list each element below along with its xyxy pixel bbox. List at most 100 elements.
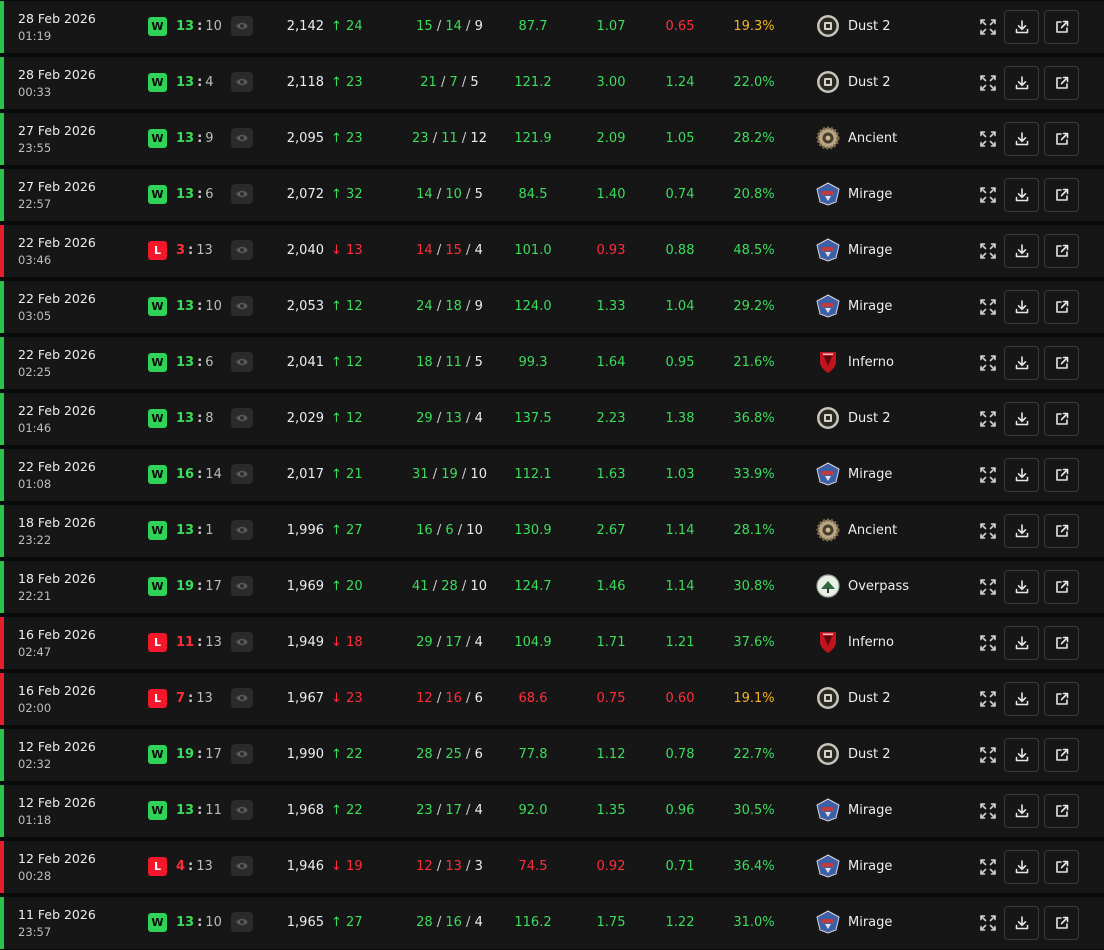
match-row[interactable]: 11 Feb 2026 23:57 W 13:10 1,965 ↑ 27 28 … xyxy=(0,897,1104,949)
expand-icon[interactable] xyxy=(979,354,997,372)
download-button[interactable] xyxy=(1004,682,1039,716)
download-button[interactable] xyxy=(1004,626,1039,660)
expand-icon[interactable] xyxy=(979,690,997,708)
download-button[interactable] xyxy=(1004,290,1039,324)
expand-icon[interactable] xyxy=(979,18,997,36)
expand-icon[interactable] xyxy=(979,578,997,596)
download-button[interactable] xyxy=(1004,122,1039,156)
download-icon xyxy=(1015,524,1028,538)
open-external-button[interactable] xyxy=(1044,514,1079,548)
expand-icon[interactable] xyxy=(979,186,997,204)
download-button[interactable] xyxy=(1004,906,1039,940)
match-score: 16:14 xyxy=(176,467,222,482)
expand-icon[interactable] xyxy=(979,242,997,260)
expand-icon[interactable] xyxy=(979,522,997,540)
eye-icon[interactable] xyxy=(231,800,253,820)
eye-icon[interactable] xyxy=(231,912,253,932)
download-button[interactable] xyxy=(1004,10,1039,44)
open-external-button[interactable] xyxy=(1044,122,1079,156)
expand-icon[interactable] xyxy=(979,746,997,764)
expand-icon[interactable] xyxy=(979,914,997,932)
open-external-button[interactable] xyxy=(1044,178,1079,212)
expand-icon[interactable] xyxy=(979,466,997,484)
match-row[interactable]: 16 Feb 2026 02:47 L 11:13 1,949 ↓ 18 29 … xyxy=(0,617,1104,669)
download-button[interactable] xyxy=(1004,234,1039,268)
elo-arrow-icon: ↑ xyxy=(331,299,342,314)
match-row[interactable]: 12 Feb 2026 01:18 W 13:11 1,968 ↑ 22 23 … xyxy=(0,785,1104,837)
expand-icon[interactable] xyxy=(979,130,997,148)
deaths: 10 xyxy=(445,187,462,202)
kda: 21 / 7 / 5 xyxy=(420,75,479,90)
download-button[interactable] xyxy=(1004,570,1039,604)
expand-icon[interactable] xyxy=(979,802,997,820)
download-button[interactable] xyxy=(1004,458,1039,492)
download-button[interactable] xyxy=(1004,514,1039,548)
eye-icon[interactable] xyxy=(231,464,253,484)
opponent-score: 13 xyxy=(196,243,213,258)
expand-icon[interactable] xyxy=(979,858,997,876)
open-external-button[interactable] xyxy=(1044,346,1079,380)
match-row[interactable]: 28 Feb 2026 00:33 W 13:4 2,118 ↑ 23 21 /… xyxy=(0,57,1104,109)
match-time: 22:21 xyxy=(18,589,52,603)
match-row[interactable]: 12 Feb 2026 02:32 W 19:17 1,990 ↑ 22 28 … xyxy=(0,729,1104,781)
open-external-button[interactable] xyxy=(1044,906,1079,940)
eye-icon[interactable] xyxy=(231,16,253,36)
match-row[interactable]: 22 Feb 2026 03:05 W 13:10 2,053 ↑ 12 24 … xyxy=(0,281,1104,333)
eye-icon[interactable] xyxy=(231,184,253,204)
eye-icon[interactable] xyxy=(231,744,253,764)
open-external-button[interactable] xyxy=(1044,10,1079,44)
eye-icon[interactable] xyxy=(231,856,253,876)
match-row[interactable]: 22 Feb 2026 02:25 W 13:6 2,041 ↑ 12 18 /… xyxy=(0,337,1104,389)
match-row[interactable]: 27 Feb 2026 22:57 W 13:6 2,072 ↑ 32 14 /… xyxy=(0,169,1104,221)
kda: 16 / 6 / 10 xyxy=(416,523,483,538)
match-row[interactable]: 27 Feb 2026 23:55 W 13:9 2,095 ↑ 23 23 /… xyxy=(0,113,1104,165)
expand-icon[interactable] xyxy=(979,410,997,428)
match-row[interactable]: 22 Feb 2026 01:46 W 13:8 2,029 ↑ 12 29 /… xyxy=(0,393,1104,445)
match-row[interactable]: 12 Feb 2026 00:28 L 4:13 1,946 ↓ 19 12 /… xyxy=(0,841,1104,893)
match-time: 23:55 xyxy=(18,141,52,155)
open-external-button[interactable] xyxy=(1044,682,1079,716)
expand-icon[interactable] xyxy=(979,74,997,92)
opponent-score: 13 xyxy=(196,859,213,874)
headshot-percent: 19.3% xyxy=(733,19,775,34)
kr-ratio: 0.65 xyxy=(665,19,695,34)
download-button[interactable] xyxy=(1004,66,1039,100)
eye-icon[interactable] xyxy=(231,128,253,148)
download-button[interactable] xyxy=(1004,402,1039,436)
match-row[interactable]: 18 Feb 2026 22:21 W 19:17 1,969 ↑ 20 41 … xyxy=(0,561,1104,613)
match-row[interactable]: 22 Feb 2026 01:08 W 16:14 2,017 ↑ 21 31 … xyxy=(0,449,1104,501)
download-button[interactable] xyxy=(1004,738,1039,772)
open-external-button[interactable] xyxy=(1044,402,1079,436)
open-external-button[interactable] xyxy=(1044,626,1079,660)
expand-icon[interactable] xyxy=(979,298,997,316)
eye-icon[interactable] xyxy=(231,296,253,316)
result-badge: W xyxy=(148,297,167,316)
eye-icon[interactable] xyxy=(231,576,253,596)
download-button[interactable] xyxy=(1004,346,1039,380)
open-external-button[interactable] xyxy=(1044,794,1079,828)
match-row[interactable]: 28 Feb 2026 01:19 W 13:10 2,142 ↑ 24 15 … xyxy=(0,1,1104,53)
expand-icon[interactable] xyxy=(979,634,997,652)
eye-icon[interactable] xyxy=(231,352,253,372)
open-external-button[interactable] xyxy=(1044,234,1079,268)
open-external-button[interactable] xyxy=(1044,570,1079,604)
eye-icon[interactable] xyxy=(231,632,253,652)
open-external-button[interactable] xyxy=(1044,850,1079,884)
eye-icon[interactable] xyxy=(231,688,253,708)
open-external-button[interactable] xyxy=(1044,458,1079,492)
eye-icon[interactable] xyxy=(231,408,253,428)
eye-icon[interactable] xyxy=(231,72,253,92)
open-external-button[interactable] xyxy=(1044,738,1079,772)
match-row[interactable]: 16 Feb 2026 02:00 L 7:13 1,967 ↓ 23 12 /… xyxy=(0,673,1104,725)
eye-icon[interactable] xyxy=(231,520,253,540)
match-score: 3:13 xyxy=(176,243,213,258)
download-button[interactable] xyxy=(1004,850,1039,884)
download-button[interactable] xyxy=(1004,794,1039,828)
download-button[interactable] xyxy=(1004,178,1039,212)
open-external-button[interactable] xyxy=(1044,66,1079,100)
match-row[interactable]: 18 Feb 2026 23:22 W 13:1 1,996 ↑ 27 16 /… xyxy=(0,505,1104,557)
assists: 5 xyxy=(470,75,479,90)
match-row[interactable]: 22 Feb 2026 03:46 L 3:13 2,040 ↓ 13 14 /… xyxy=(0,225,1104,277)
eye-icon[interactable] xyxy=(231,240,253,260)
open-external-button[interactable] xyxy=(1044,290,1079,324)
